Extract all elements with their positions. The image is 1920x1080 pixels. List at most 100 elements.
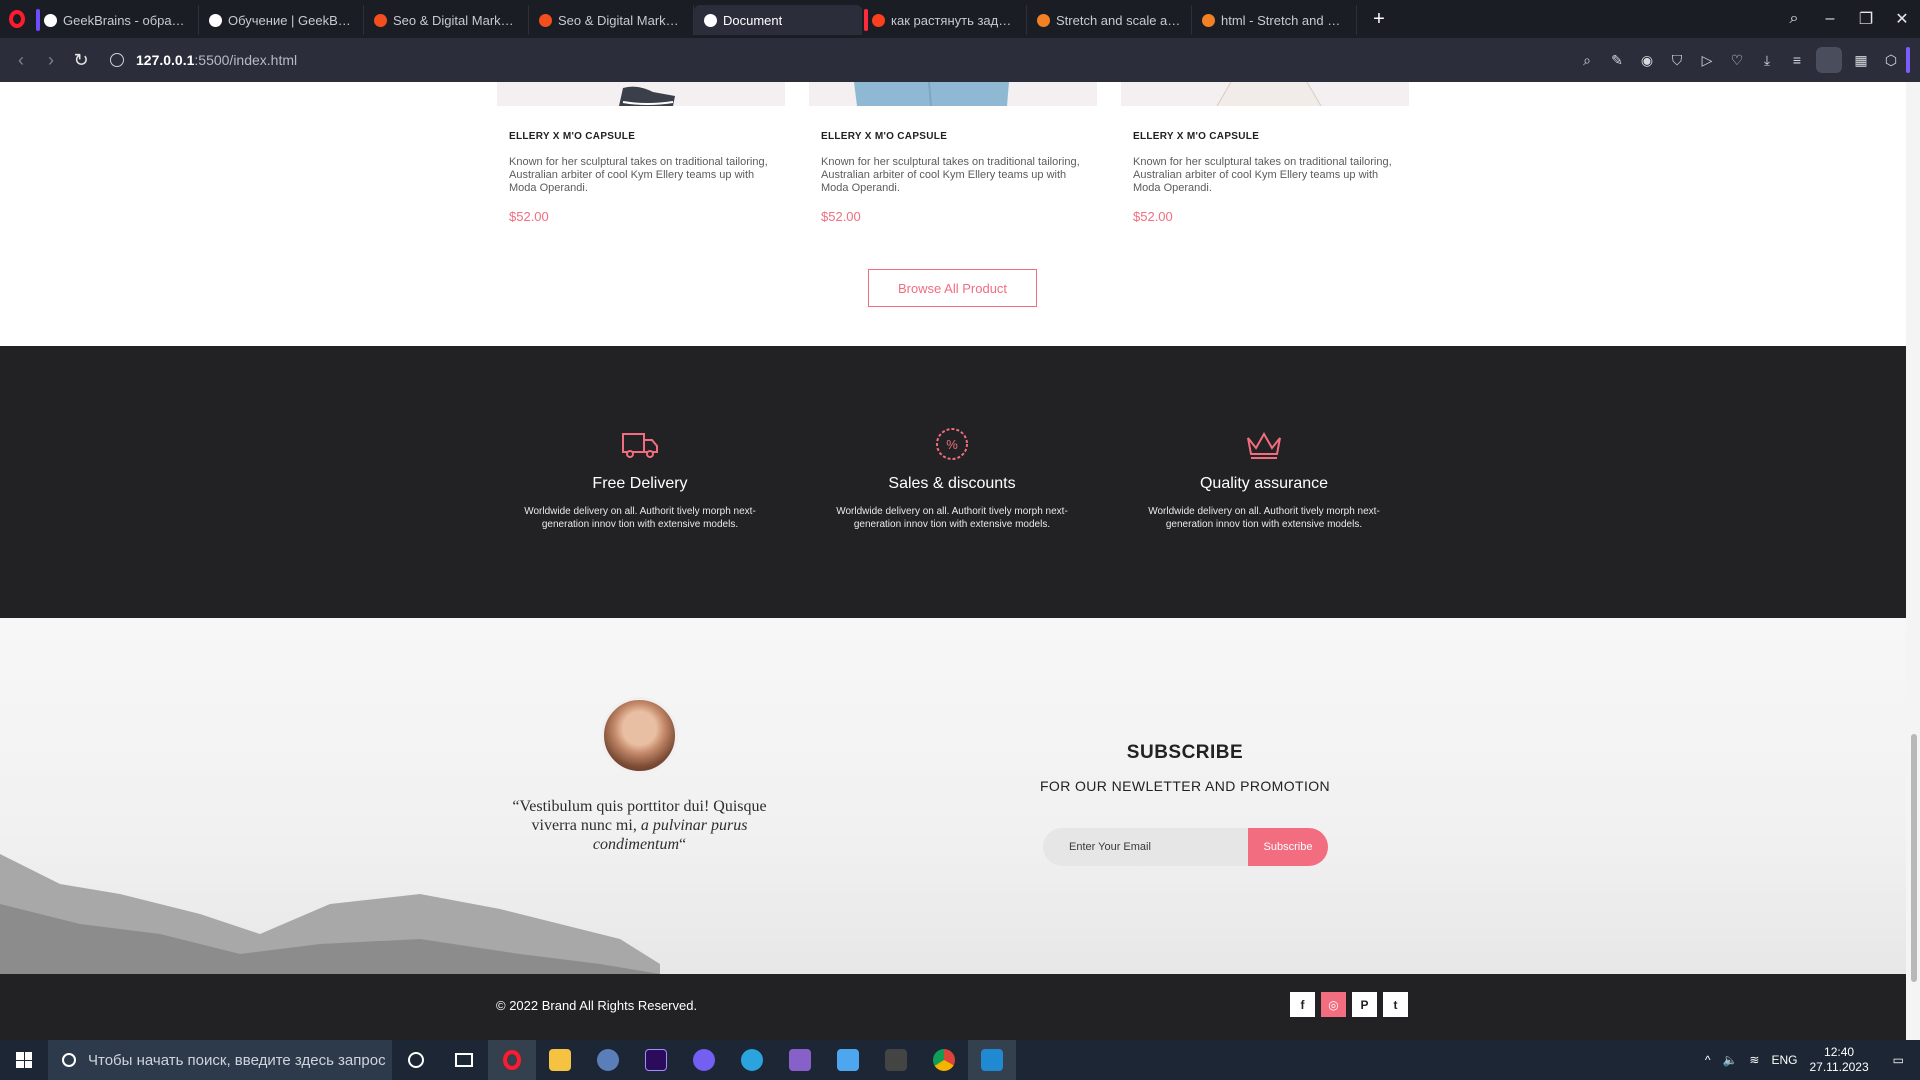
cube-icon[interactable]: ⬡	[1876, 52, 1906, 69]
premiere-icon[interactable]	[632, 1040, 680, 1080]
minimize-button[interactable]: –	[1812, 10, 1848, 28]
viber-icon[interactable]	[680, 1040, 728, 1080]
product-card[interactable]: ELLERY X M'O CAPSULE Known for her sculp…	[497, 82, 785, 224]
telegram-icon[interactable]	[728, 1040, 776, 1080]
product-description: Known for her sculptural takes on tradit…	[1133, 156, 1392, 194]
new-tab-button[interactable]: +	[1365, 5, 1393, 33]
heart-icon[interactable]: ♡	[1722, 52, 1752, 69]
clock-time: 12:40	[1824, 1045, 1855, 1059]
product-image[interactable]	[809, 82, 1097, 106]
taskbar-search[interactable]: Чтобы начать поиск, введите здесь запрос	[48, 1040, 392, 1080]
wifi-icon[interactable]: ≋	[1743, 1053, 1765, 1067]
url-field[interactable]: 127.0.0.1:5500/index.html	[110, 52, 297, 68]
truck-icon	[622, 433, 658, 458]
restore-button[interactable]: ❐	[1848, 9, 1884, 29]
browser-tab[interactable]: Seo & Digital Marketing L	[529, 5, 694, 35]
product-card[interactable]: ELLERY X M'O CAPSULE Known for her sculp…	[1121, 82, 1409, 224]
snapshot-icon[interactable]: ◉	[1632, 52, 1662, 69]
feature-text: Worldwide delivery on all. Authorit tive…	[836, 506, 1068, 530]
discount-icon: %	[936, 428, 968, 460]
product-card[interactable]: ELLERY X M'O CAPSULE Known for her sculp…	[809, 82, 1097, 224]
menu-icon[interactable]: ≡	[1782, 52, 1812, 68]
product-price: $52.00	[1133, 209, 1173, 224]
tray-chevron-icon[interactable]: ^	[1699, 1053, 1717, 1067]
copyright-text: © 2022 Brand All Rights Reserved.	[496, 998, 698, 1013]
browser-tab[interactable]: GeekBrains - образовате	[34, 5, 199, 35]
start-button[interactable]	[0, 1040, 48, 1080]
search-tabs-icon[interactable]: ⌕	[1776, 10, 1812, 28]
page-search-icon[interactable]: ⌕	[1572, 52, 1602, 69]
svg-text:%: %	[946, 437, 958, 452]
blender-icon[interactable]	[584, 1040, 632, 1080]
close-window-button[interactable]: ✕	[1884, 9, 1920, 29]
shield-icon[interactable]: ⛉	[1662, 52, 1692, 69]
cortana-icon[interactable]	[392, 1040, 440, 1080]
site-footer: © 2022 Brand All Rights Reserved. f ◎ P …	[0, 974, 1906, 1040]
notifications-icon[interactable]: ▭	[1887, 1053, 1910, 1067]
subscribe-subtitle: FOR OUR NEWLETTER AND PROMOTION	[1039, 778, 1331, 794]
browser-tab[interactable]: Document	[694, 5, 862, 35]
tab-favicon-icon	[44, 13, 57, 27]
page-scrollbar[interactable]	[1906, 82, 1920, 1040]
opera-taskbar-icon[interactable]	[488, 1040, 536, 1080]
opera-menu-button[interactable]	[0, 0, 34, 38]
browser-tab[interactable]: html - Stretch and scale C	[1192, 5, 1357, 35]
instagram-icon[interactable]: ◎	[1321, 992, 1346, 1017]
testimonial-quote: “Vestibulum quis porttitor dui! Quisque …	[497, 797, 782, 854]
browse-all-button[interactable]: Browse All Product	[868, 269, 1037, 307]
browser-tab[interactable]: Stretch and scale a CSS im	[1027, 5, 1192, 35]
browser-tab[interactable]: как растянуть задний фо	[862, 5, 1027, 35]
tab-title: html - Stretch and scale C	[1221, 12, 1346, 28]
product-description: Known for her sculptural takes on tradit…	[509, 156, 768, 194]
chrome-icon[interactable]	[920, 1040, 968, 1080]
product-image[interactable]	[1121, 82, 1409, 106]
edit-icon[interactable]: ✎	[1602, 52, 1632, 69]
subscribe-button[interactable]: Subscribe	[1248, 828, 1328, 866]
feature-sales-discounts: % Sales & discounts Worldwide delivery o…	[812, 346, 1092, 531]
taskbar-search-placeholder: Чтобы начать поиск, введите здесь запрос	[88, 1051, 386, 1069]
file-explorer-icon[interactable]	[536, 1040, 584, 1080]
extensions-icon[interactable]: ▦	[1846, 52, 1876, 69]
calculator-icon[interactable]	[872, 1040, 920, 1080]
subscribe-title: SUBSCRIBE	[1126, 742, 1244, 763]
play-icon[interactable]: ▷	[1692, 52, 1722, 69]
scrollbar-thumb[interactable]	[1911, 734, 1917, 982]
tab-title: Seo & Digital Marketing L	[558, 12, 683, 28]
pinterest-icon[interactable]: P	[1352, 992, 1377, 1017]
tab-title: GeekBrains - образовате	[63, 12, 188, 28]
browser-tab[interactable]: Seo & Digital Marketing L	[364, 5, 529, 35]
task-view-icon[interactable]	[440, 1040, 488, 1080]
forward-button[interactable]: ›	[36, 50, 66, 71]
browser-tab-bar: GeekBrains - образовате Обучение | GeekBr…	[0, 0, 1920, 38]
tab-favicon-icon	[1202, 13, 1215, 27]
product-grid: ELLERY X M'O CAPSULE Known for her sculp…	[497, 82, 1409, 224]
tab-favicon-icon	[704, 13, 717, 27]
tab-marker	[36, 9, 40, 31]
back-button[interactable]: ‹	[6, 50, 36, 71]
language-indicator[interactable]: ENG	[1765, 1053, 1803, 1067]
email-input[interactable]	[1043, 828, 1248, 866]
product-description: Known for her sculptural takes on tradit…	[821, 156, 1080, 194]
reload-button[interactable]: ↻	[66, 50, 96, 71]
clock[interactable]: 12:40 27.11.2023	[1803, 1045, 1874, 1075]
tab-favicon-icon	[1037, 13, 1050, 27]
tab-favicon-icon	[374, 13, 387, 27]
feature-text: Worldwide delivery on all. Authorit tive…	[524, 506, 756, 530]
facebook-icon[interactable]: f	[1290, 992, 1315, 1017]
globe-icon	[110, 53, 124, 67]
download-icon[interactable]: ⤓	[1752, 52, 1782, 69]
feature-quality-assurance: Quality assurance Worldwide delivery on …	[1124, 346, 1404, 531]
visual-studio-icon[interactable]	[776, 1040, 824, 1080]
vscode-icon[interactable]	[968, 1040, 1016, 1080]
url-host: 127.0.0.1	[136, 52, 195, 68]
product-title[interactable]: ELLERY X M'O CAPSULE	[821, 131, 1097, 142]
browser-tab[interactable]: Обучение | GeekBrains - с	[199, 5, 364, 35]
profile-button[interactable]	[1816, 47, 1842, 73]
app-icon[interactable]	[824, 1040, 872, 1080]
product-image[interactable]	[497, 82, 785, 106]
volume-icon[interactable]: 🔈	[1716, 1053, 1743, 1067]
product-title[interactable]: ELLERY X M'O CAPSULE	[1133, 131, 1409, 142]
subscribe-section: “Vestibulum quis porttitor dui! Quisque …	[0, 618, 1906, 974]
twitter-icon[interactable]: t	[1383, 992, 1408, 1017]
product-title[interactable]: ELLERY X M'O CAPSULE	[509, 131, 785, 142]
